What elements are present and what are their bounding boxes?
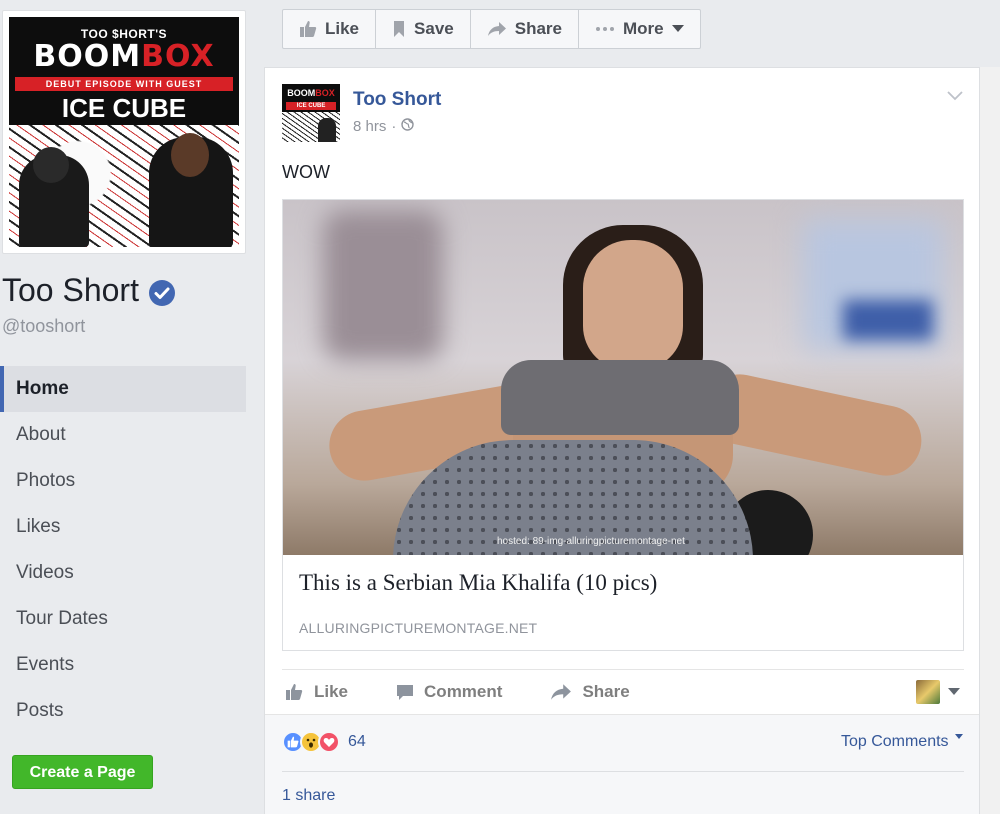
verified-badge-icon — [148, 279, 175, 306]
post-author-name[interactable]: Too Short — [353, 89, 441, 111]
post-author-avatar[interactable]: BOOMBOX ICE CUBE — [282, 84, 340, 142]
share-arrow-icon — [487, 21, 507, 37]
left-column: TOO $HORT'S BOOMBOX DEBUT EPISODE WITH G… — [0, 0, 262, 814]
reaction-count: 64 — [348, 733, 366, 750]
image-watermark: hosted: 89-img-alluringpicturemontage-ne… — [497, 536, 685, 547]
thumbs-up-icon — [284, 683, 304, 701]
page-nav: Home About Photos Likes Videos Tour Date… — [0, 366, 246, 734]
scrollbar[interactable] — [980, 67, 1000, 814]
link-preview[interactable]: hosted: 89-img-alluringpicturemontage-ne… — [282, 199, 964, 651]
thumbs-up-icon — [299, 20, 317, 38]
page-save-button[interactable]: Save — [376, 10, 471, 48]
nav-item-tour-dates[interactable]: Tour Dates — [0, 596, 246, 642]
nav-item-videos[interactable]: Videos — [0, 550, 246, 596]
reaction-summary[interactable]: 64 — [282, 731, 366, 753]
caret-down-icon — [671, 25, 684, 33]
globe-icon[interactable] — [401, 118, 415, 135]
post-share-button[interactable]: Share — [550, 682, 630, 702]
post-options-chevron-icon[interactable] — [947, 88, 963, 106]
reactions-section: 64 Top Comments 1 share — [265, 714, 979, 814]
link-preview-image: hosted: 89-img-alluringpicturemontage-ne… — [283, 200, 963, 555]
page-share-button[interactable]: Share — [471, 10, 579, 48]
caret-down-icon — [955, 734, 963, 739]
more-dots-icon — [595, 26, 615, 32]
page-more-button[interactable]: More — [579, 10, 700, 48]
page-profile-picture[interactable]: TOO $HORT'S BOOMBOX DEBUT EPISODE WITH G… — [2, 10, 246, 254]
link-domain: ALLURINGPICTUREMONTAGE.NET — [299, 620, 538, 636]
comment-bubble-icon — [396, 683, 414, 701]
top-comments-dropdown[interactable]: Top Comments — [841, 733, 963, 751]
page-action-bar: Like Save Share More — [282, 9, 701, 49]
create-page-button[interactable]: Create a Page — [12, 755, 153, 789]
caret-down-icon — [948, 688, 960, 695]
nav-item-photos[interactable]: Photos — [0, 458, 246, 504]
post-comment-button[interactable]: Comment — [396, 682, 502, 702]
nav-item-likes[interactable]: Likes — [0, 504, 246, 550]
post-timestamp[interactable]: 8 hrs — [353, 118, 386, 135]
page-name-text[interactable]: Too Short — [2, 272, 139, 309]
nav-item-posts[interactable]: Posts — [0, 688, 246, 734]
cover-photo-people — [9, 125, 239, 247]
bookmark-icon — [392, 20, 406, 38]
page-handle: @tooshort — [2, 316, 86, 336]
react-as-selector[interactable] — [916, 680, 960, 704]
love-reaction-icon — [318, 731, 340, 753]
divider — [282, 771, 964, 772]
profile-image: TOO $HORT'S BOOMBOX DEBUT EPISODE WITH G… — [9, 17, 239, 247]
post-card: BOOMBOX ICE CUBE Too Short 8 hrs · WOW h… — [264, 67, 980, 814]
share-count-link[interactable]: 1 share — [282, 787, 335, 805]
share-arrow-icon — [550, 683, 572, 701]
nav-item-events[interactable]: Events — [0, 642, 246, 688]
page-like-button[interactable]: Like — [283, 10, 377, 48]
cover-line-2: BOOMBOX — [33, 39, 215, 74]
cover-line-3: DEBUT EPISODE WITH GUEST — [15, 77, 233, 91]
post-meta: 8 hrs · — [353, 118, 415, 135]
nav-item-about[interactable]: About — [0, 412, 246, 458]
post-text: WOW — [282, 162, 330, 182]
post-like-button[interactable]: Like — [284, 682, 348, 702]
link-title[interactable]: This is a Serbian Mia Khalifa (10 pics) — [299, 570, 657, 596]
page-name: Too Short — [2, 272, 175, 309]
cover-line-4: ICE CUBE — [61, 93, 187, 123]
post-action-row: Like Comment Share — [282, 669, 964, 713]
user-avatar — [916, 680, 940, 704]
nav-item-home[interactable]: Home — [0, 366, 246, 412]
